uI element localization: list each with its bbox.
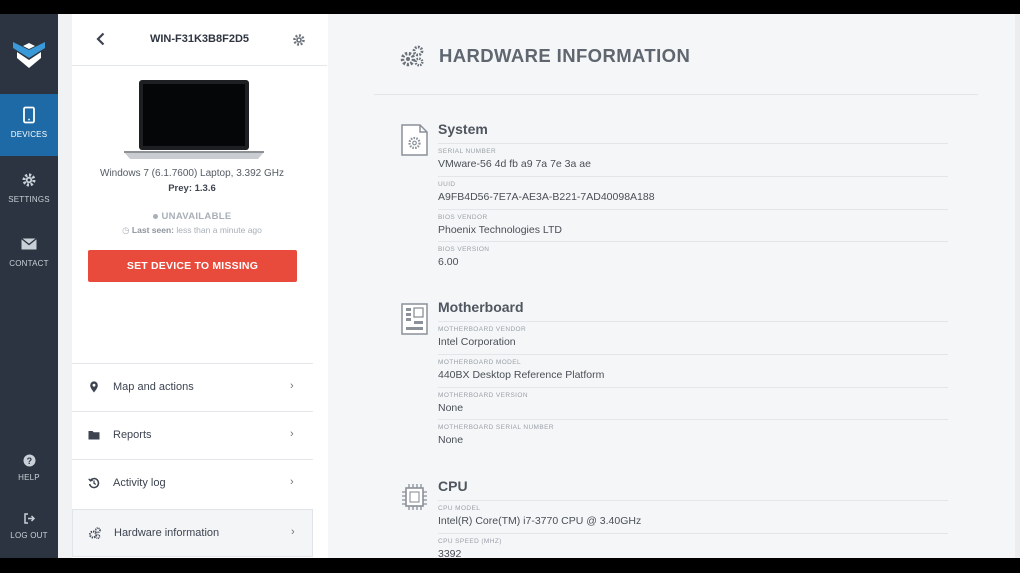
field-label: SERIAL NUMBER xyxy=(438,148,497,155)
question-icon: ? xyxy=(23,454,35,467)
section-title-system: System xyxy=(438,121,488,137)
cogs-icon xyxy=(400,45,424,67)
field-bios-vendor: BIOS VENDOR Phoenix Technologies LTD xyxy=(438,209,948,242)
field-value: Intel Corporation xyxy=(438,336,516,348)
page-title: HARDWARE INFORMATION xyxy=(439,45,691,66)
set-device-missing-button[interactable]: SET DEVICE TO MISSING xyxy=(88,250,297,282)
device-settings-gear-icon[interactable] xyxy=(292,33,306,47)
nav-logout-label: LOG OUT xyxy=(10,531,48,540)
page-scrollbar[interactable] xyxy=(1015,14,1020,558)
clock-icon: ◷ xyxy=(122,225,130,235)
menu-activity-log[interactable]: Activity log › xyxy=(72,459,313,507)
map-pin-icon xyxy=(90,381,98,393)
top-black-bar xyxy=(0,0,1020,14)
nav-help-label: HELP xyxy=(18,473,40,482)
status-dot-icon xyxy=(152,213,158,219)
field-label: CPU SPEED (MHZ) xyxy=(438,538,502,545)
field-uuid: UUID A9FB4D56-7E7A-AE3A-B221-7AD40098A18… xyxy=(438,176,948,209)
nav-contact-label: CONTACT xyxy=(9,259,49,268)
nav-contact[interactable]: CONTACT xyxy=(0,223,58,285)
nav-devices-label: DEVICES xyxy=(10,130,48,139)
device-name: WIN-F31K3B8F2D5 xyxy=(149,33,250,45)
device-description: Windows 7 (6.1.7600) Laptop, 3.392 GHz xyxy=(100,168,284,179)
cpu-icon xyxy=(402,484,427,510)
cogs-icon xyxy=(89,527,101,539)
field-label: UUID xyxy=(438,181,456,188)
device-header: WIN-F31K3B8F2D5 xyxy=(72,14,327,66)
field-bios-version: BIOS VERSION 6.00 xyxy=(438,241,948,274)
last-seen: ◷ Last seen: less than a minute ago xyxy=(72,225,312,236)
field-value: A9FB4D56-7E7A-AE3A-B221-7AD40098A188 xyxy=(438,191,655,203)
field-label: MOTHERBOARD VENDOR xyxy=(438,326,527,333)
field-value: None xyxy=(438,434,464,446)
field-value: 440BX Desktop Reference Platform xyxy=(438,369,605,381)
section-title-motherboard: Motherboard xyxy=(438,299,524,315)
motherboard-icon xyxy=(401,303,428,335)
chevron-right-icon: › xyxy=(290,380,294,392)
field-value: Phoenix Technologies LTD xyxy=(438,224,562,236)
field-serial-number: SERIAL NUMBER VMware-56 4d fb a9 7a 7e 3… xyxy=(438,143,948,176)
field-motherboard-serial-number: MOTHERBOARD SERIAL NUMBER None xyxy=(438,419,948,452)
device-status-text: UNAVAILABLE xyxy=(161,211,232,222)
field-label: BIOS VENDOR xyxy=(438,214,488,221)
field-label: BIOS VERSION xyxy=(438,246,490,253)
history-icon xyxy=(88,477,100,489)
menu-hardware-label: Hardware information xyxy=(114,527,220,539)
main-nav-rail: DEVICES SETTINGS CONTACT ? HELP LOG OUT xyxy=(0,14,58,558)
field-motherboard-version: MOTHERBOARD VERSION None xyxy=(438,387,948,420)
field-cpu-model: CPU MODEL Intel(R) Core(TM) i7-3770 CPU … xyxy=(438,500,948,533)
last-seen-label: Last seen: xyxy=(131,225,174,235)
file-settings-icon xyxy=(401,124,428,156)
nav-help[interactable]: ? HELP xyxy=(0,444,58,506)
field-value: 6.00 xyxy=(438,256,459,268)
field-motherboard-vendor: MOTHERBOARD VENDOR Intel Corporation xyxy=(438,321,948,354)
field-motherboard-model: MOTHERBOARD MODEL 440BX Desktop Referenc… xyxy=(438,354,948,387)
chevron-right-icon: › xyxy=(291,526,295,538)
envelope-icon xyxy=(21,237,37,250)
laptop-image xyxy=(124,80,264,159)
field-value: Intel(R) Core(TM) i7-3770 CPU @ 3.40GHz xyxy=(438,515,642,527)
folder-icon xyxy=(88,431,100,440)
field-label: MOTHERBOARD VERSION xyxy=(438,392,528,399)
nav-settings-label: SETTINGS xyxy=(8,195,50,204)
hardware-information-page: HARDWARE INFORMATION System SERIAL NUMBE… xyxy=(328,14,1020,560)
prey-version: Prey: 1.3.6 xyxy=(168,183,216,194)
nav-settings[interactable]: SETTINGS xyxy=(0,159,58,221)
prey-logo[interactable] xyxy=(9,34,49,74)
device-panel-content: WIN-F31K3B8F2D5 Windows 7 (6.1.7600) Lap… xyxy=(72,14,371,558)
bottom-black-bar xyxy=(0,558,1020,573)
field-value: VMware-56 4d fb a9 7a 7e 3a ae xyxy=(438,158,591,170)
menu-reports[interactable]: Reports › xyxy=(72,411,313,459)
field-label: MOTHERBOARD MODEL xyxy=(438,359,522,366)
field-label: CPU MODEL xyxy=(438,505,481,512)
menu-hardware-information[interactable]: Hardware information › xyxy=(72,509,313,557)
menu-map-label: Map and actions xyxy=(113,381,194,393)
field-label: MOTHERBOARD SERIAL NUMBER xyxy=(438,424,554,431)
tablet-icon xyxy=(23,106,35,124)
nav-devices[interactable]: DEVICES xyxy=(0,94,58,156)
device-panel: WIN-F31K3B8F2D5 Windows 7 (6.1.7600) Lap… xyxy=(58,14,385,558)
header-divider xyxy=(374,94,978,95)
device-status: UNAVAILABLE xyxy=(72,211,312,222)
chevron-right-icon: › xyxy=(290,428,294,440)
menu-map-and-actions[interactable]: Map and actions › xyxy=(72,363,313,411)
gear-icon xyxy=(22,173,36,187)
field-value: None xyxy=(438,402,464,414)
section-title-cpu: CPU xyxy=(438,478,468,494)
back-chevron-icon[interactable] xyxy=(94,31,108,47)
menu-reports-label: Reports xyxy=(113,429,152,441)
nav-logout[interactable]: LOG OUT xyxy=(0,502,58,564)
menu-activity-label: Activity log xyxy=(113,477,166,489)
chevron-right-icon: › xyxy=(290,476,294,488)
logout-icon xyxy=(23,513,35,524)
last-seen-value: less than a minute ago xyxy=(176,225,262,235)
svg-text:?: ? xyxy=(26,456,32,466)
